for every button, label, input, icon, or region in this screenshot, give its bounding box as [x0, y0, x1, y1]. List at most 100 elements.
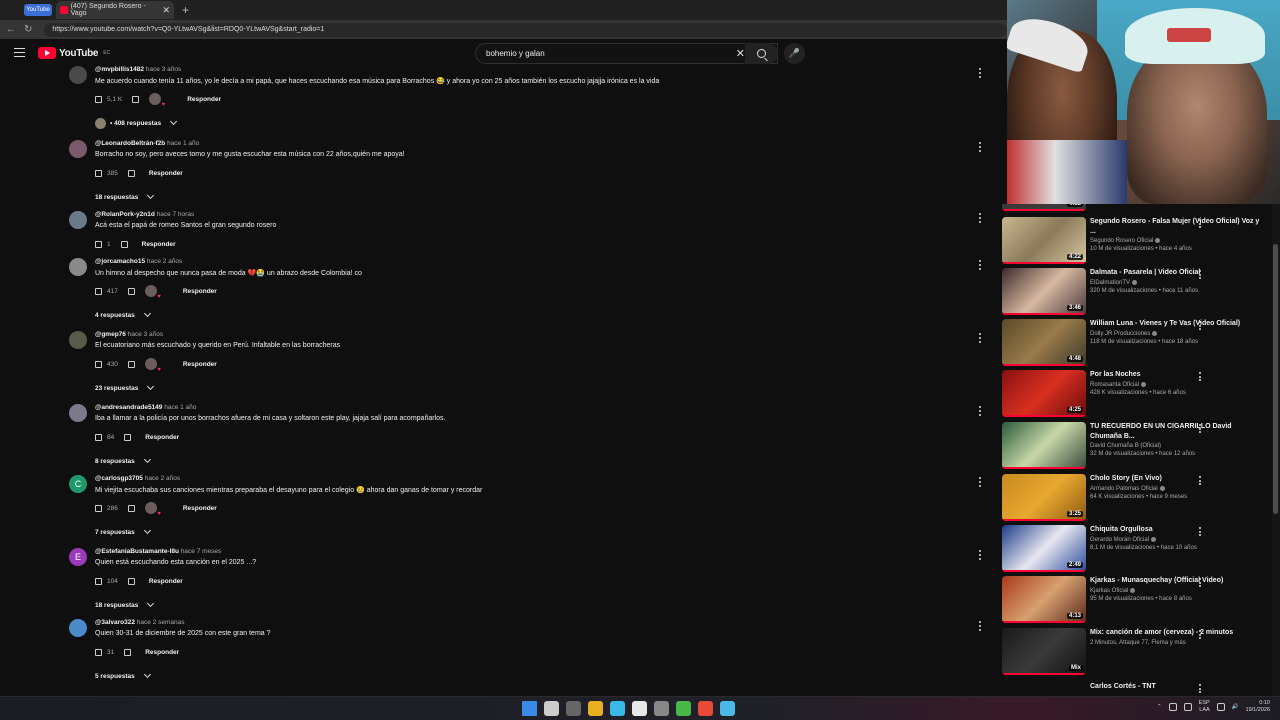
video-more-icon[interactable]	[1198, 630, 1202, 639]
commenter-avatar[interactable]	[69, 404, 87, 422]
url-field[interactable]: https://www.youtube.com/watch?v=Q0-YLtwA…	[44, 22, 1007, 37]
taskbar-app-icon[interactable]	[522, 701, 537, 716]
rec-video[interactable]: 4:48 William Luna - Vienes y Te Vas (Vid…	[1002, 319, 1267, 367]
voice-search-button[interactable]: 🎤	[784, 43, 805, 64]
channel-name[interactable]: 2 Minutos, Attaque 77, Flema y más	[1090, 640, 1260, 646]
comment-more-icon[interactable]	[978, 260, 982, 270]
video-more-icon[interactable]	[1198, 424, 1202, 433]
channel-name[interactable]: Segundo Rosero Oficial	[1090, 238, 1260, 244]
video-title[interactable]: Carlos Cortés - TNT	[1090, 682, 1260, 692]
clear-search-icon[interactable]: ✕	[736, 47, 745, 60]
video-thumbnail[interactable]: 4:48	[1002, 319, 1086, 366]
comment-time[interactable]: hace 3 años	[146, 66, 181, 73]
view-replies-button[interactable]: 23 respuestas	[95, 382, 975, 394]
channel-name[interactable]: ElDalmationTV	[1090, 279, 1260, 286]
video-thumbnail[interactable]: Mix	[1002, 628, 1086, 675]
channel-name[interactable]: Kjarkas Oficial	[1090, 587, 1260, 594]
view-replies-button[interactable]: • 408 respuestas	[95, 117, 975, 129]
comment-more-icon[interactable]	[978, 213, 982, 223]
channel-name[interactable]: David Chumaña B (Oficial)	[1090, 443, 1260, 449]
like-icon[interactable]	[95, 577, 102, 585]
dislike-icon[interactable]	[127, 287, 135, 295]
dislike-icon[interactable]	[127, 360, 135, 368]
sidebar-scroll-thumb[interactable]	[1273, 244, 1278, 514]
taskbar-app-icon[interactable]	[654, 701, 669, 716]
taskbar-app-icon[interactable]	[676, 701, 691, 716]
comment-more-icon[interactable]	[978, 550, 982, 560]
comment-author[interactable]: @EstefaniaBustamante-l8u	[95, 548, 179, 555]
comment-author[interactable]: @carlosgp3705	[95, 475, 143, 482]
video-more-icon[interactable]	[1198, 372, 1202, 381]
like-icon[interactable]	[95, 287, 102, 295]
back-icon[interactable]: ←	[6, 24, 16, 35]
close-tab-icon[interactable]: ✕	[162, 5, 170, 16]
channel-name[interactable]: Romasanta Oficial	[1090, 381, 1260, 388]
rec-video[interactable]: 2:49 Chiquita Orgullosa Gerardo Morán Of…	[1002, 525, 1267, 573]
comment-author[interactable]: @andresandrade5149	[95, 404, 162, 411]
language-indicator[interactable]: ESP LAA	[1199, 700, 1210, 714]
comment-more-icon[interactable]	[978, 406, 982, 416]
video-title[interactable]: Kjarkas - Munasquechay (Official Video)	[1090, 576, 1260, 586]
video-thumbnail[interactable]: 2:49	[1002, 525, 1086, 572]
reply-button[interactable]: Responder	[149, 578, 183, 585]
rec-video[interactable]: 4:25 Por las Noches Romasanta Oficial 42…	[1002, 370, 1267, 418]
search-input[interactable]: bohemio y galan ✕	[475, 43, 778, 64]
view-replies-button[interactable]: 8 respuestas	[95, 455, 975, 467]
comment-more-icon[interactable]	[978, 142, 982, 152]
rec-video[interactable]: Mix Mix: canción de amor (cerveza) - 2 m…	[1002, 628, 1267, 676]
rec-video[interactable]: 4:22 Segundo Rosero - Falsa Mujer (Video…	[1002, 217, 1267, 265]
video-more-icon[interactable]	[1198, 219, 1202, 228]
rec-video[interactable]: 4:13 Kjarkas - Munasquechay (Official Vi…	[1002, 576, 1267, 624]
view-replies-button[interactable]: 5 respuestas	[95, 670, 975, 682]
video-thumbnail[interactable]	[1002, 422, 1086, 469]
comment-time[interactable]: hace 1 año	[164, 404, 196, 411]
video-title[interactable]: Cholo Story (En Vivo)	[1090, 474, 1260, 484]
tray-chevron-icon[interactable]: ⌃	[1157, 704, 1162, 710]
comment-time[interactable]: hace 7 horas	[157, 211, 195, 218]
tab-youtube-mini[interactable]: YouTube	[24, 4, 52, 16]
taskbar-app-icon[interactable]	[610, 701, 625, 716]
video-more-icon[interactable]	[1198, 578, 1202, 587]
comment-time[interactable]: hace 1 año	[167, 140, 199, 147]
taskbar-app-icon[interactable]	[566, 701, 581, 716]
comment-author[interactable]: @mvpbillis1482	[95, 66, 144, 73]
taskbar-app-icon[interactable]	[544, 701, 559, 716]
comment-time[interactable]: hace 2 años	[147, 258, 182, 265]
comment-author[interactable]: @RolanPork-y2n1d	[95, 211, 155, 218]
comment-author[interactable]: @3alvaro322	[95, 619, 135, 626]
video-title[interactable]: Segundo Rosero - Falsa Mujer (Video Ofic…	[1090, 217, 1260, 236]
dislike-icon[interactable]	[127, 577, 135, 585]
dislike-icon[interactable]	[124, 433, 132, 441]
volume-icon[interactable]: 🔊	[1232, 704, 1239, 710]
youtube-logo[interactable]: YouTube EC	[38, 47, 110, 59]
like-icon[interactable]	[95, 169, 102, 177]
reply-button[interactable]: Responder	[142, 241, 176, 248]
like-icon[interactable]	[95, 95, 102, 103]
clock[interactable]: 0:10 19/1/2026	[1246, 700, 1270, 714]
comment-time[interactable]: hace 3 años	[128, 331, 163, 338]
video-title[interactable]: Mix: canción de amor (cerveza) - 2 minut…	[1090, 628, 1260, 638]
video-thumbnail[interactable]: 3:25	[1002, 474, 1086, 521]
refresh-icon[interactable]: ↻	[24, 24, 32, 35]
comment-author[interactable]: @jorcamacho15	[95, 258, 145, 265]
comment-author[interactable]: @gmep76	[95, 331, 126, 338]
commenter-avatar[interactable]	[69, 211, 87, 229]
dislike-icon[interactable]	[127, 169, 135, 177]
rec-video-partial[interactable]: 4:32	[1002, 204, 1267, 212]
taskbar-app-icon[interactable]	[720, 701, 735, 716]
rec-video[interactable]: 3:46 Dalmata - Pasarela | Video Oficial …	[1002, 268, 1267, 316]
video-more-icon[interactable]	[1198, 270, 1202, 279]
rec-video[interactable]: Carlos Cortés - TNT	[1002, 682, 1267, 696]
dislike-icon[interactable]	[127, 504, 135, 512]
video-title[interactable]: William Luna - Vienes y Te Vas (Video Of…	[1090, 319, 1260, 329]
comment-author[interactable]: @LeonardoBeltrán-f2b	[95, 140, 165, 147]
video-thumbnail[interactable]: 4:13	[1002, 576, 1086, 623]
reply-button[interactable]: Responder	[187, 96, 221, 103]
rec-video[interactable]: 3:25 Cholo Story (En Vivo) Armando Palom…	[1002, 474, 1267, 522]
like-icon[interactable]	[95, 360, 102, 368]
commenter-avatar[interactable]: C	[69, 475, 87, 493]
commenter-avatar[interactable]: E	[69, 548, 87, 566]
rec-video[interactable]: TU RECUERDO EN UN CIGARRILLO David Chuma…	[1002, 422, 1267, 470]
view-replies-button[interactable]: 7 respuestas	[95, 526, 975, 538]
channel-name[interactable]: Armando Palomas Oficial	[1090, 485, 1260, 492]
